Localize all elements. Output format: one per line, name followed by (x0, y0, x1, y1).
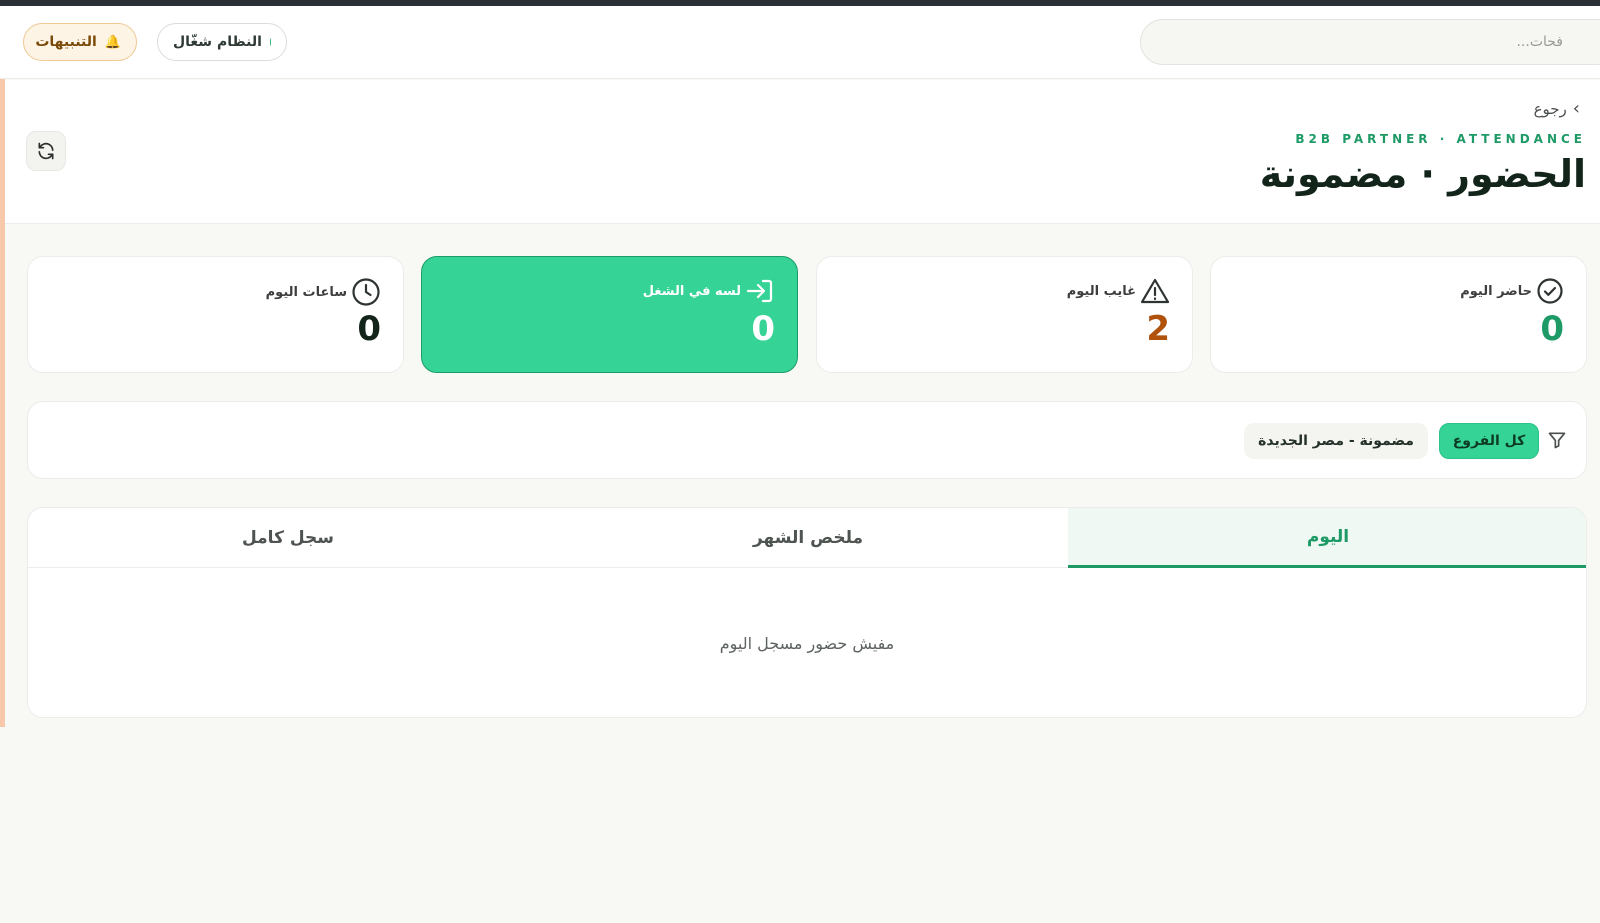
stat-label-present: حاضر اليوم (1460, 277, 1564, 305)
stat-card-hours: ساعات اليوم 0 (27, 256, 404, 373)
refresh-icon (38, 142, 54, 160)
stat-value-absent: 2 (1146, 309, 1170, 349)
stat-card-still-working[interactable]: لسه في الشغل 0 (421, 256, 798, 373)
system-status-badge: النظام شغّال (157, 23, 287, 61)
empty-state-message: مفيش حضور مسجل اليوم (719, 634, 895, 653)
filter-chip-branch[interactable]: مضمونة - مصر الجديدة (1244, 423, 1428, 459)
tab-today[interactable]: اليوم (1068, 508, 1586, 568)
stat-value-present: 0 (1540, 309, 1564, 349)
stat-label-still-working: لسه في الشغل (643, 277, 775, 305)
stat-value-hours: 0 (357, 309, 381, 349)
warning-triangle-icon (1140, 278, 1170, 304)
page-eyebrow: B2B PARTNER · ATTENDANCE (1295, 132, 1586, 146)
stat-value-still-working: 0 (751, 309, 775, 349)
alerts-button[interactable]: 🔔 التنبيهات (23, 23, 137, 61)
attendance-panel: اليوم ملخص الشهر سجل كامل مفيش حضور مسجل… (27, 507, 1587, 718)
check-circle-icon (1537, 278, 1563, 304)
tab-month-summary[interactable]: ملخص الشهر (548, 508, 1068, 568)
stat-card-absent: غايب اليوم 2 (816, 256, 1193, 373)
refresh-button[interactable] (26, 131, 66, 171)
tab-bar: اليوم ملخص الشهر سجل كامل (28, 508, 1586, 568)
search-box (1140, 19, 1600, 65)
filter-icon (1548, 432, 1566, 449)
chevron-right-icon: › (1572, 98, 1580, 119)
tab-full-log[interactable]: سجل كامل (28, 508, 548, 568)
page-header: › رجوع B2B PARTNER · ATTENDANCE الحضور ·… (5, 80, 1600, 224)
back-link[interactable]: › رجوع (1534, 98, 1580, 119)
app-header: 🔔 التنبيهات النظام شغّال (0, 6, 1600, 79)
filter-bar: كل الفروع مضمونة - مصر الجديدة (27, 401, 1587, 479)
filter-chip-all-branches[interactable]: كل الفروع (1439, 423, 1539, 459)
clock-icon (352, 278, 380, 306)
system-status-label: النظام شغّال (173, 34, 262, 50)
page-title: الحضور · مضمونة (1259, 152, 1586, 196)
back-label: رجوع (1533, 99, 1567, 118)
stat-label-hours: ساعات اليوم (266, 277, 381, 307)
stat-card-present: حاضر اليوم 0 (1210, 256, 1587, 373)
status-dot-icon (269, 38, 271, 46)
search-input[interactable] (1161, 34, 1563, 50)
sign-in-icon (746, 279, 773, 303)
stat-label-absent: غايب اليوم (1067, 277, 1170, 305)
bell-icon: 🔔 (104, 34, 121, 50)
alerts-label: التنبيهات (35, 34, 97, 50)
